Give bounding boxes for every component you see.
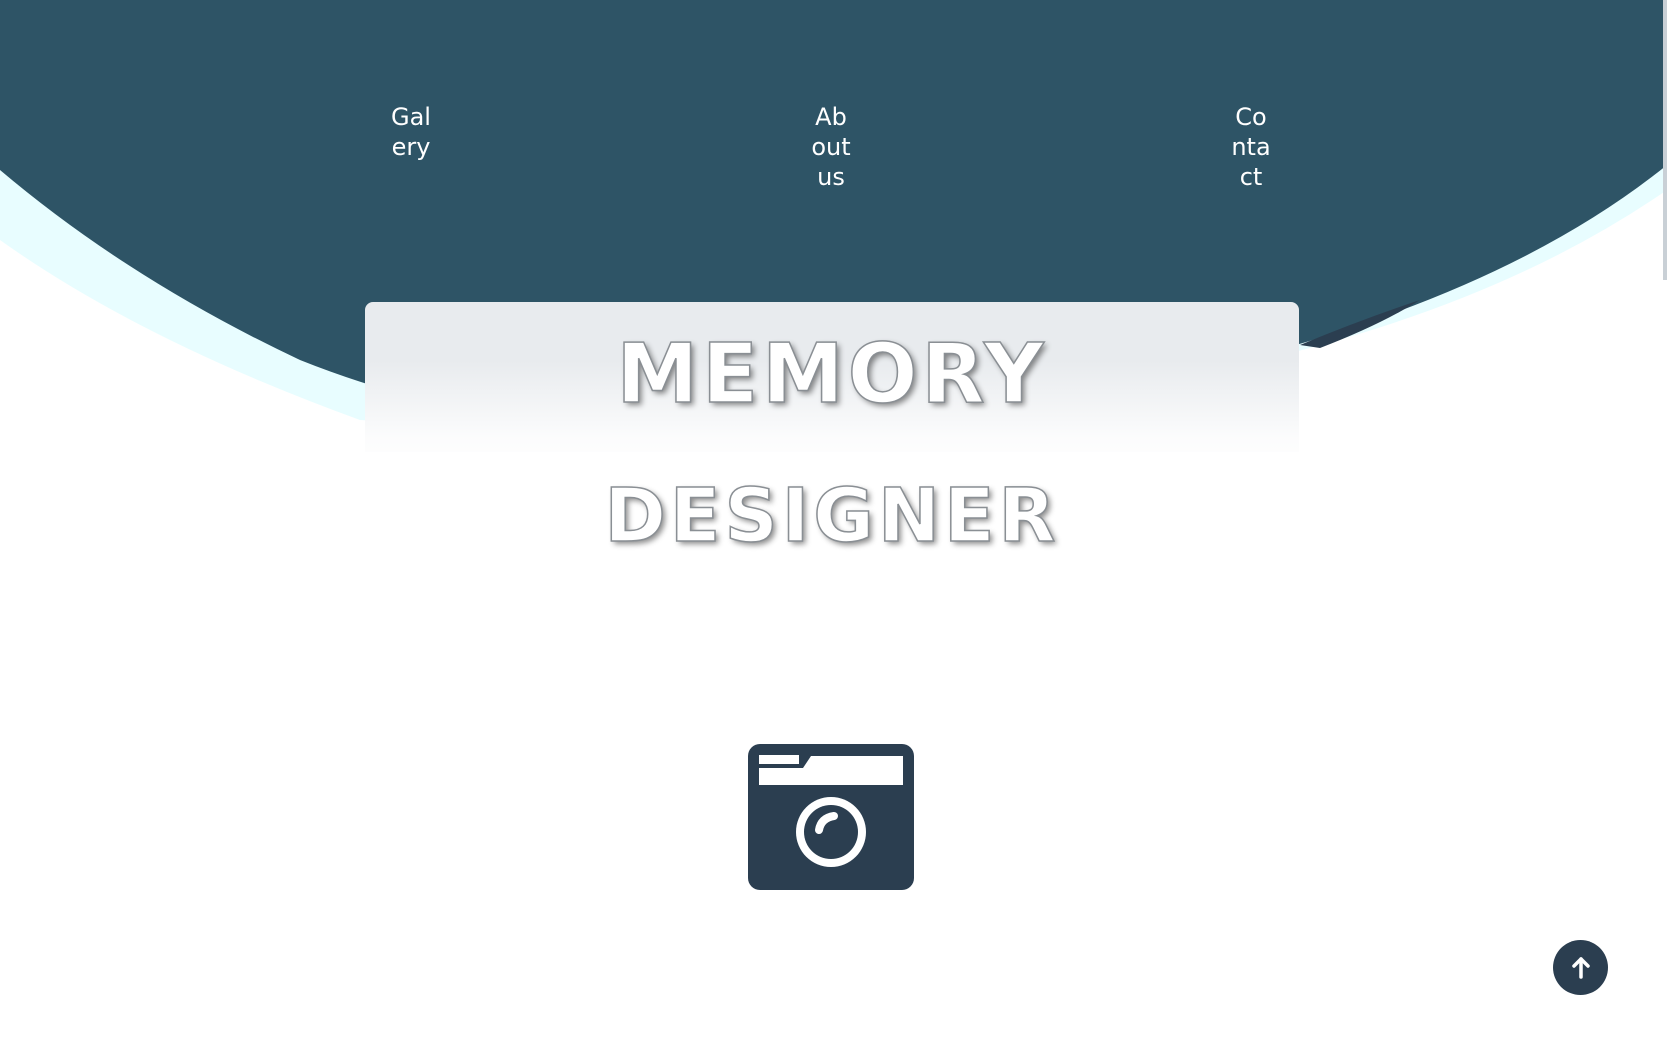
arrow-up-icon	[1571, 956, 1590, 979]
hero-title-line-2: DESIGNER	[604, 473, 1060, 559]
hero-title-line-1: MEMORY	[616, 327, 1048, 422]
nav-link-gallery-label: Galery	[391, 103, 431, 161]
scroll-to-top-button[interactable]	[1553, 940, 1608, 995]
nav-link-gallery[interactable]: Galery	[391, 42, 431, 222]
nav-link-about-us[interactable]: About us	[811, 42, 851, 252]
scrollbar-thumb[interactable]	[1663, 0, 1667, 280]
nav-link-contact[interactable]: Contact	[1231, 42, 1271, 252]
camera-icon	[748, 744, 914, 890]
page: Galery About us Contact MEMORY DESIGNER	[0, 0, 1667, 1041]
nav-link-contact-label: Contact	[1231, 103, 1271, 191]
nav-link-about-us-label: About us	[811, 103, 851, 191]
